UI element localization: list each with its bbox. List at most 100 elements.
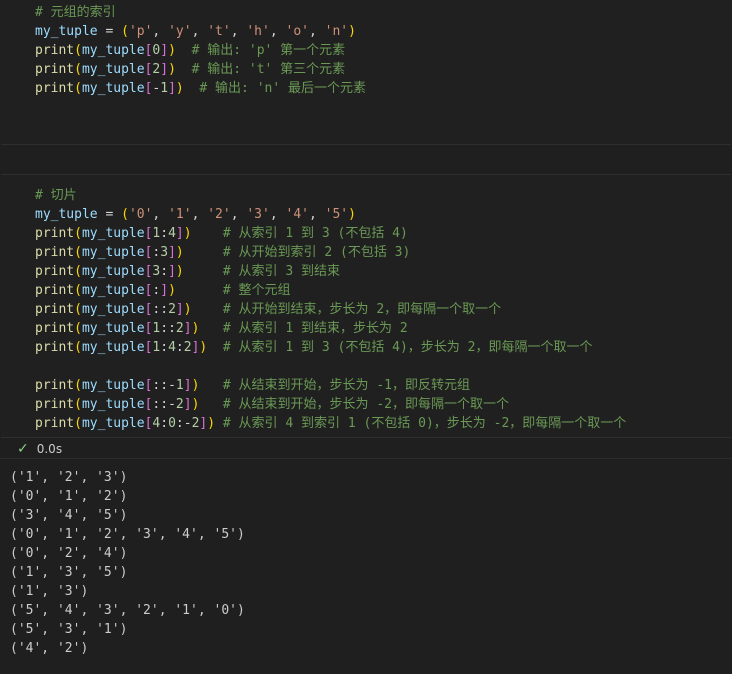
code-token: # 输出: 'p' 第一个元素 <box>191 43 346 58</box>
output-line: ('1', '3') <box>10 584 89 599</box>
code-token: '2' <box>207 207 231 222</box>
code-token: ) <box>175 264 184 279</box>
code-token: my_tuple <box>81 321 145 336</box>
code-token: # 从开始到结束，步长为 2，即每隔一个取一个 <box>222 302 502 317</box>
code-token: ] <box>175 302 184 317</box>
code-token: 4 <box>168 226 176 241</box>
code-token: , <box>230 207 247 222</box>
code-line: print(my_tuple[3:]) # 从索引 3 到结束 <box>35 262 340 281</box>
code-cell-2[interactable]: # 切片 my_tuple = ('0', '1', '2', '3', '4',… <box>0 174 732 674</box>
code-line: print(my_tuple[-1]) # 输出: 'n' 最后一个元素 <box>35 79 366 98</box>
code-token: ] <box>175 226 184 241</box>
code-token: = <box>97 207 122 222</box>
code-token: # 从索引 4 到索引 1 (不包括 0)，步长为 -2，即每隔一个取一个 <box>222 416 627 431</box>
code-token: ( <box>74 302 82 317</box>
code-token: '4' <box>285 207 309 222</box>
code-token: ] <box>183 397 192 412</box>
output-divider <box>0 458 732 459</box>
code-token: ] <box>183 378 192 393</box>
code-token: my_tuple <box>81 302 145 317</box>
code-token: ( <box>74 397 82 412</box>
code-token: print <box>35 264 75 279</box>
code-token: 'o' <box>285 24 309 39</box>
code-token: # 从索引 1 到 3 (不包括 4) <box>222 226 408 241</box>
code-token: '1' <box>168 207 192 222</box>
output-line: ('5', '3', '1') <box>10 622 128 637</box>
code-token: # 整个元组 <box>222 283 291 298</box>
code-token: # 切片 <box>35 188 77 203</box>
code-token: , <box>308 24 325 39</box>
code-token: ] <box>168 81 176 96</box>
code-token: = <box>97 24 122 39</box>
code-token: : <box>160 416 169 431</box>
code-token: ( <box>74 340 82 355</box>
code-token: , <box>191 207 208 222</box>
code-token: :- <box>175 416 192 431</box>
code-line: print(my_tuple[1:4]) # 从索引 1 到 3 (不包括 4) <box>35 224 408 243</box>
code-token: my_tuple <box>81 43 145 58</box>
code-token: , <box>230 24 247 39</box>
code-token: # 从结束到开始，步长为 -1，即反转元组 <box>222 378 471 393</box>
code-token: ] <box>168 245 176 260</box>
code-token: print <box>35 397 75 412</box>
code-token: # 输出: 'n' 最后一个元素 <box>199 81 367 96</box>
code-line: my_tuple = ('p', 'y', 't', 'h', 'o', 'n'… <box>35 22 356 41</box>
code-token: print <box>35 62 75 77</box>
code-token: ::- <box>152 378 176 393</box>
output-line: ('1', '2', '3') <box>10 470 128 485</box>
code-token: # 输出: 't' 第三个元素 <box>191 62 346 77</box>
code-token: ) <box>175 245 184 260</box>
code-token: ( <box>74 416 82 431</box>
code-token: ( <box>74 62 82 77</box>
code-token: ( <box>74 378 82 393</box>
code-token: my_tuple <box>81 226 145 241</box>
code-token: my_tuple <box>81 62 145 77</box>
code-token: 4 <box>168 340 176 355</box>
code-token: 3 <box>160 245 169 260</box>
code-token: ) <box>168 62 176 77</box>
code-token: print <box>35 378 75 393</box>
code-token: ( <box>121 24 129 39</box>
code-token: ) <box>207 416 216 431</box>
code-line: print(my_tuple[4:0:-2]) # 从索引 4 到索引 1 (不… <box>35 414 626 433</box>
output-line: ('0', '2', '4') <box>10 546 128 561</box>
code-token: ::- <box>152 397 176 412</box>
code-token: ) <box>183 226 192 241</box>
code-token: ] <box>160 43 169 58</box>
code-token: 2 <box>168 302 176 317</box>
code-token: :: <box>152 302 169 317</box>
code-line: print(my_tuple[::-1]) # 从结束到开始，步长为 -1，即反… <box>35 376 470 395</box>
code-token: 't' <box>207 24 231 39</box>
execution-time: 0.0s <box>36 442 63 456</box>
code-token: my_tuple <box>81 340 145 355</box>
code-token: ) <box>168 283 176 298</box>
code-token: 1 <box>160 81 169 96</box>
code-token: ) <box>348 24 356 39</box>
code-line: print(my_tuple[:3]) # 从开始到索引 2 (不包括 3) <box>35 243 410 262</box>
code-token: , <box>152 24 169 39</box>
code-line: print(my_tuple[::2]) # 从开始到结束，步长为 2，即每隔一… <box>35 300 501 319</box>
code-token: '5' <box>324 207 349 222</box>
code-token: ) <box>348 207 356 222</box>
execution-status: ✓ 0.0s <box>17 441 62 457</box>
code-token: my_tuple <box>81 81 145 96</box>
code-token: : <box>160 264 169 279</box>
code-token: 'p' <box>128 24 153 39</box>
output-line: ('3', '4', '5') <box>10 508 128 523</box>
code-token: ( <box>74 321 82 336</box>
output-line: ('5', '4', '3', '2', '1', '0') <box>10 603 245 618</box>
code-token: print <box>35 302 75 317</box>
code-cell-1[interactable]: # 元组的索引 my_tuple = ('p', 'y', 't', 'h', '… <box>0 0 732 145</box>
code-token: my_tuple <box>81 378 145 393</box>
code-token: # 从结束到开始，步长为 -2，即每隔一个取一个 <box>222 397 510 412</box>
